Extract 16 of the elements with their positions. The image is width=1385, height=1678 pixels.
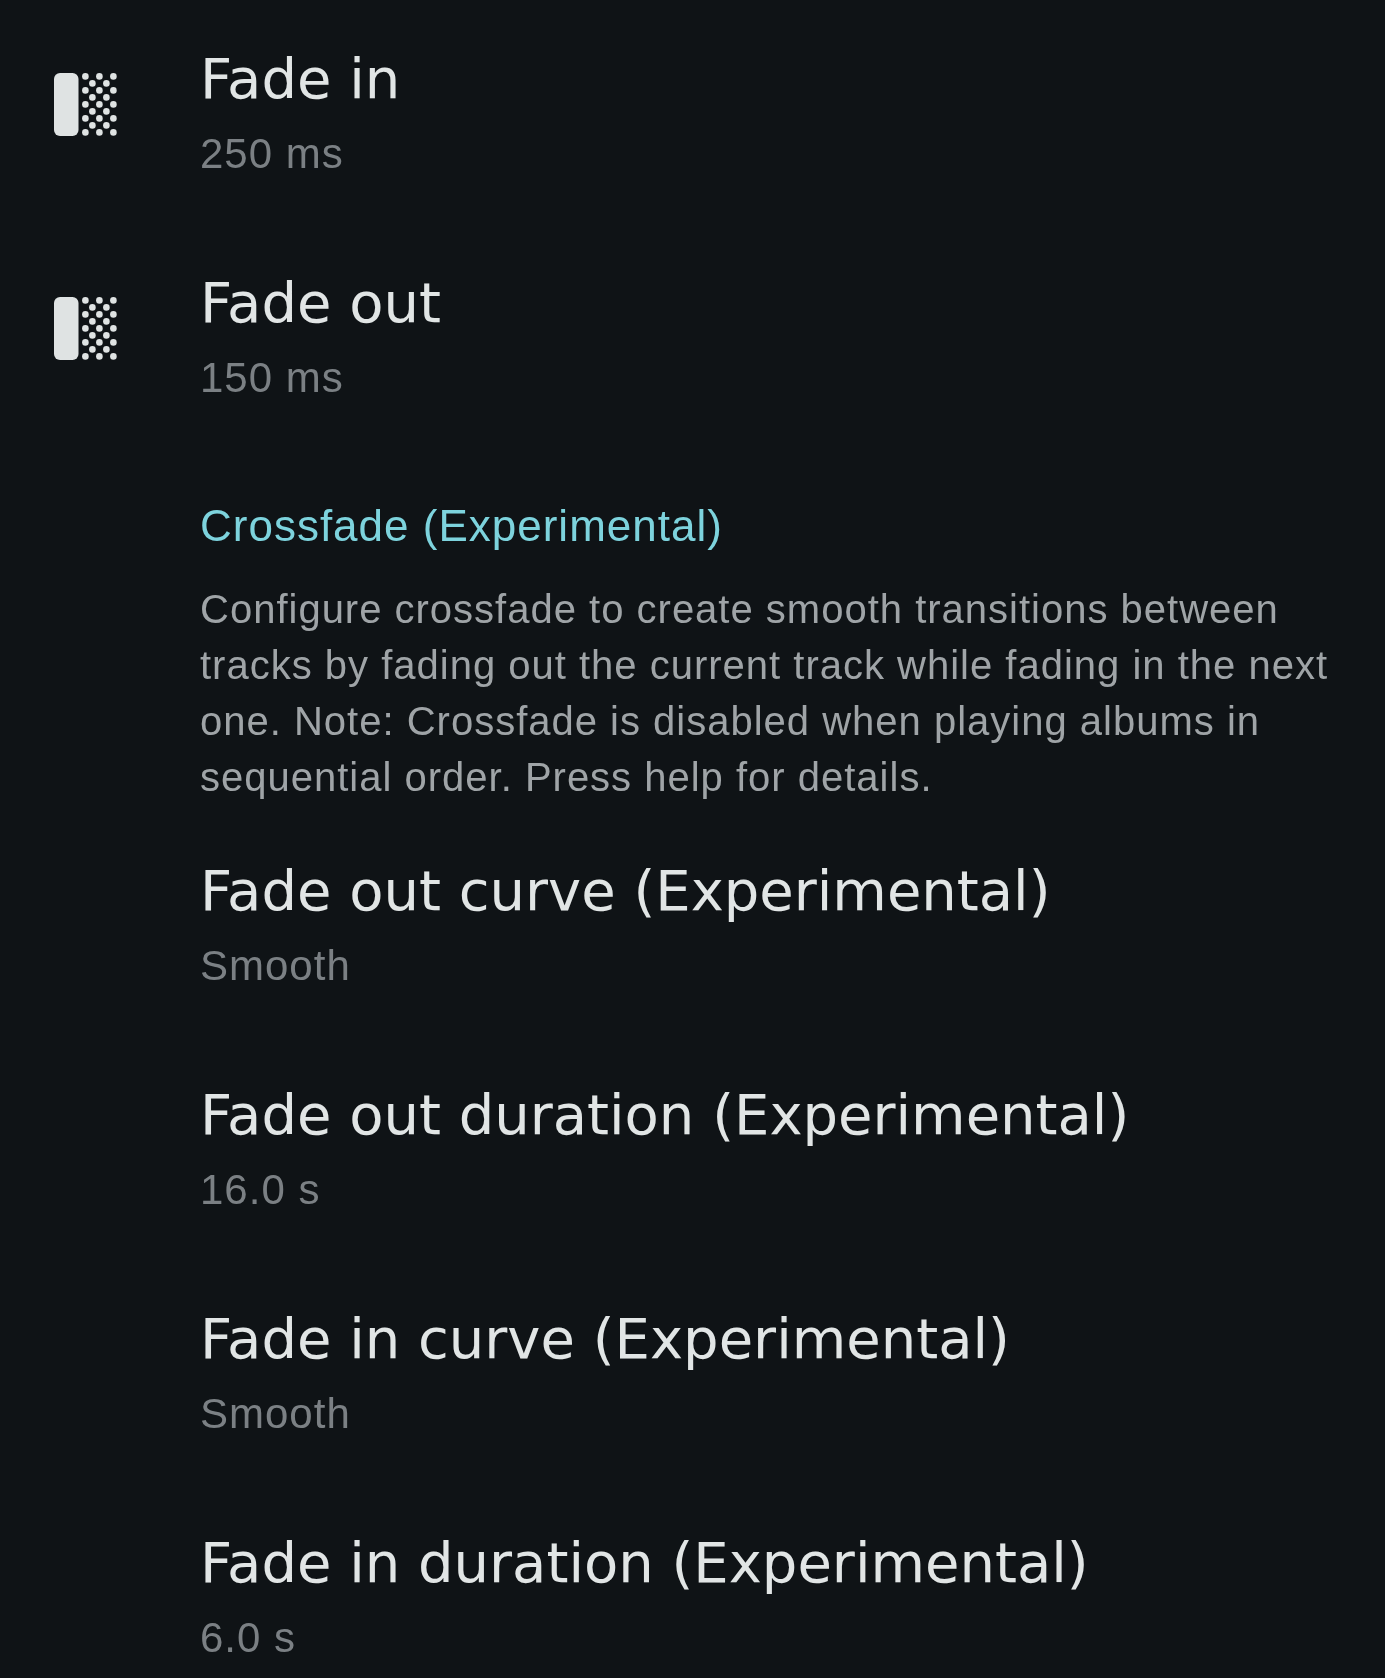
setting-value: 16.0 s bbox=[200, 1165, 321, 1215]
section-header: Crossfade (Experimental) bbox=[200, 500, 723, 552]
setting-title[interactable]: Fade out duration (Experimental) bbox=[200, 1083, 1130, 1147]
setting-value: 150 ms bbox=[200, 353, 344, 403]
setting-title[interactable]: Fade in duration (Experimental) bbox=[200, 1531, 1089, 1595]
setting-value: Smooth bbox=[200, 941, 351, 991]
setting-title[interactable]: Fade in bbox=[200, 47, 401, 111]
fade-icon bbox=[54, 73, 117, 136]
setting-value: 250 ms bbox=[200, 129, 344, 179]
setting-title[interactable]: Fade out curve (Experimental) bbox=[200, 859, 1051, 923]
setting-title[interactable]: Fade in curve (Experimental) bbox=[200, 1307, 1010, 1371]
fade-icon bbox=[54, 297, 117, 360]
setting-value: 6.0 s bbox=[200, 1613, 297, 1663]
setting-title[interactable]: Fade out bbox=[200, 271, 441, 335]
section-description: Configure crossfade to create smooth transitions between tracks by fading out the current track while fading in the next one. Note: Crossfade is disabled when playing albums in sequential order. Press help for details. bbox=[200, 586, 1330, 801]
setting-value: Smooth bbox=[200, 1389, 351, 1439]
